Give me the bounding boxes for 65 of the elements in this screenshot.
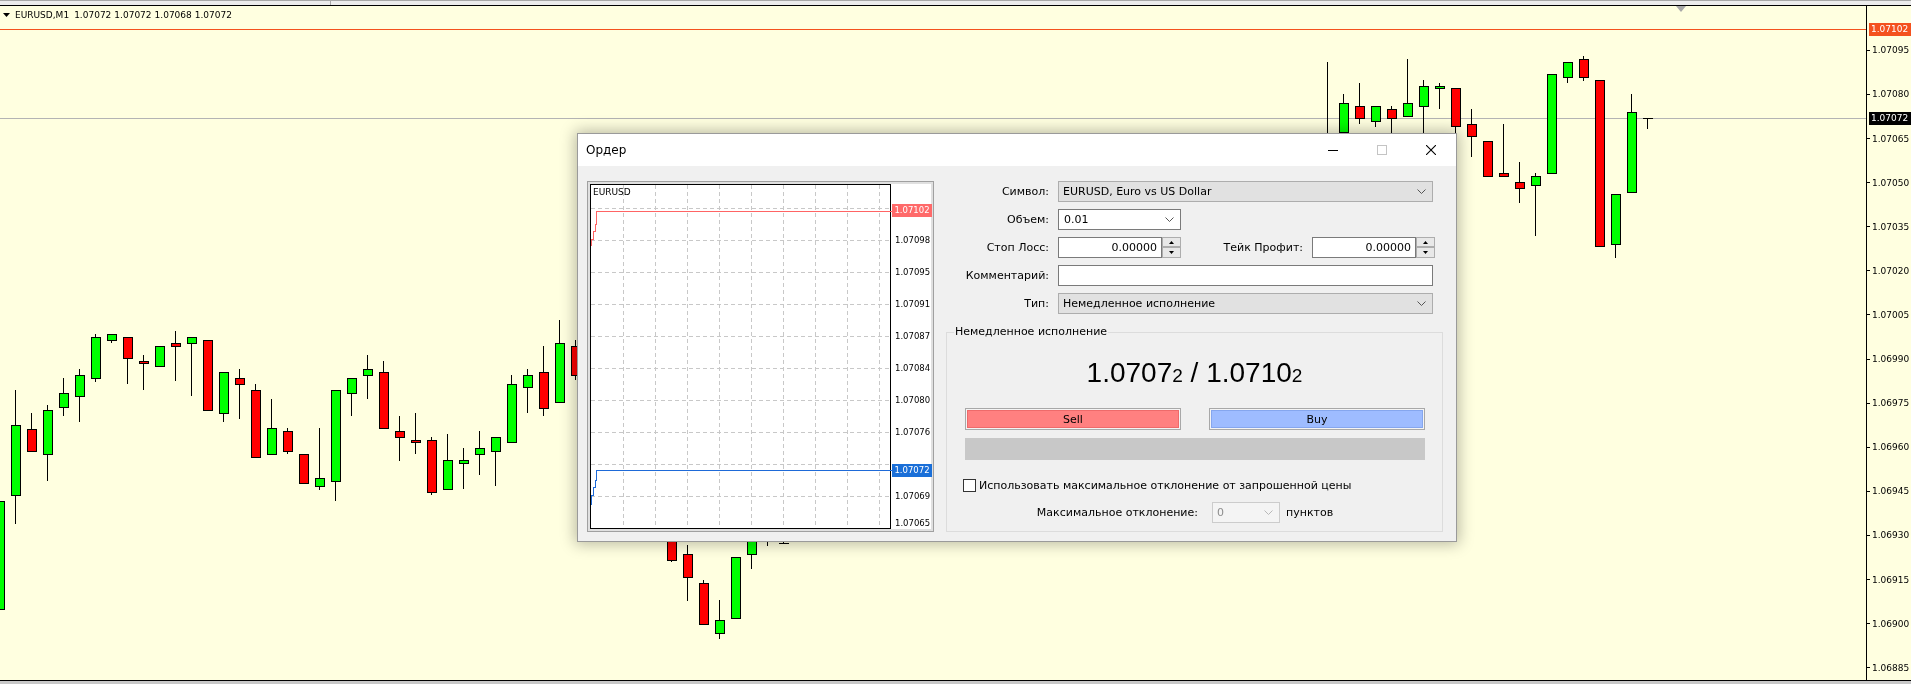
buy-button[interactable]: Buy bbox=[1209, 408, 1425, 430]
ask-price-tag: 1.07102 bbox=[1869, 23, 1911, 36]
max-deviation-label: Максимальное отклонение: bbox=[1036, 506, 1198, 519]
price-axis-label: 1.07084 bbox=[895, 362, 931, 374]
symbol-timeframe-label: EURUSD,M1 bbox=[15, 9, 70, 21]
comment-field[interactable] bbox=[1058, 265, 1433, 286]
triangle-down-icon bbox=[1169, 251, 1174, 254]
order-type-label: Тип: bbox=[1024, 297, 1049, 310]
bid-ask-quote: 1.07072 / 1.07102 bbox=[1086, 356, 1303, 390]
ohlc-price-text: 1.07072 bbox=[194, 9, 232, 21]
price-axis-label: 1.06915 bbox=[1867, 573, 1910, 586]
window-title: Ордер bbox=[586, 143, 627, 157]
triangle-marker-icon[interactable] bbox=[1676, 6, 1686, 12]
price-axis-label: 1.07020 bbox=[1867, 264, 1910, 277]
symbol-label: Символ: bbox=[1001, 185, 1049, 198]
ohlc-price-text: 1.07072 bbox=[74, 9, 112, 21]
spin-up-button[interactable] bbox=[1162, 237, 1181, 247]
stop-loss-label: Стоп Лосс: bbox=[986, 241, 1049, 254]
sell-button[interactable]: Sell bbox=[965, 408, 1181, 430]
minimize-icon[interactable] bbox=[1327, 149, 1338, 151]
price-axis-label: 1.07035 bbox=[1867, 220, 1910, 233]
ask-price-tag: 1.07102 bbox=[892, 204, 932, 217]
price-axis-label: 1.06990 bbox=[1867, 353, 1910, 365]
unit-label: пунктов bbox=[1286, 506, 1334, 519]
checkbox-label: Использовать максимальное отклонение от запрошенной цены bbox=[979, 478, 1352, 492]
ohlc-price-text: 1.07072 bbox=[114, 9, 152, 21]
price-axis-label: 1.07080 bbox=[895, 394, 931, 406]
comment-label: Комментарий: bbox=[965, 269, 1049, 282]
chart-symbol-label: EURUSD bbox=[593, 187, 631, 198]
checkbox[interactable] bbox=[963, 478, 976, 492]
price-axis-label: 1.07087 bbox=[895, 330, 931, 342]
price-axis-label: 1.07098 bbox=[895, 234, 931, 246]
take-profit-label: Тейк Профит: bbox=[1223, 241, 1303, 254]
price-axis-label: 1.07005 bbox=[1867, 308, 1910, 321]
spin-down-button[interactable] bbox=[1162, 247, 1181, 258]
chevron-down-icon bbox=[1264, 510, 1273, 515]
spin-down-button[interactable] bbox=[1416, 247, 1435, 258]
bid-price-tag: 1.07072 bbox=[892, 464, 932, 477]
price-axis-label: 1.06885 bbox=[1867, 661, 1910, 674]
triangle-up-icon bbox=[1169, 240, 1174, 244]
triangle-up-icon bbox=[1423, 240, 1428, 244]
price-axis-label: 1.06900 bbox=[1867, 617, 1910, 630]
price-axis-label: 1.07095 bbox=[895, 266, 931, 278]
price-axis-label: 1.07091 bbox=[895, 298, 931, 310]
group-title: Немедленное исполнение bbox=[954, 325, 1109, 339]
chevron-down-icon bbox=[1165, 217, 1174, 222]
price-axis-label: 1.07065 bbox=[1867, 132, 1910, 145]
volume-dropdown[interactable]: 0.01 bbox=[1058, 209, 1181, 230]
chevron-down-icon bbox=[1417, 301, 1426, 306]
symbol-dropdown[interactable]: EURUSD, Euro vs US Dollar bbox=[1058, 181, 1433, 202]
caret-down-icon[interactable] bbox=[3, 13, 10, 17]
stop-loss-field[interactable]: 0.00000 bbox=[1058, 237, 1162, 258]
price-axis-label: 1.07065 bbox=[895, 518, 931, 529]
spin-up-button[interactable] bbox=[1416, 237, 1435, 247]
price-axis-label: 1.07069 bbox=[895, 490, 931, 502]
price-axis-label: 1.07050 bbox=[1867, 176, 1910, 189]
triangle-down-icon bbox=[1423, 251, 1428, 254]
chevron-down-icon bbox=[1417, 189, 1426, 194]
take-profit-field[interactable]: 0.00000 bbox=[1312, 237, 1416, 258]
close-icon[interactable] bbox=[1425, 145, 1436, 155]
ohlc-price-text: 1.07068 bbox=[154, 9, 192, 21]
price-axis-label: 1.07076 bbox=[895, 426, 931, 438]
volume-label: Объем: bbox=[1007, 213, 1049, 226]
bid-price-tag: 1.07072 bbox=[1869, 112, 1911, 125]
order-type-dropdown[interactable]: Немедленное исполнение bbox=[1058, 293, 1433, 314]
